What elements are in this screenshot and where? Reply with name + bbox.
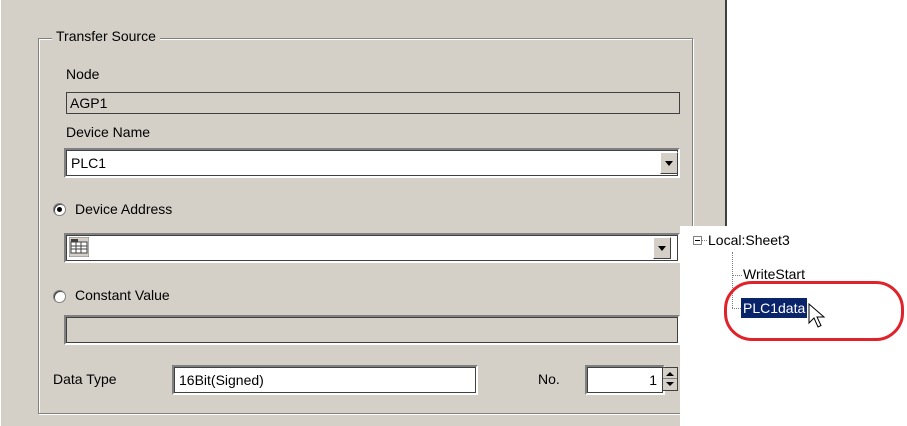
constant-value-label: Constant Value xyxy=(75,287,170,303)
device-name-dropdown-button[interactable] xyxy=(660,152,678,174)
tree-item-writestart[interactable]: WriteStart xyxy=(743,266,805,282)
data-type-value: 16Bit(Signed) xyxy=(179,372,264,388)
device-address-dropdown-button[interactable] xyxy=(653,237,671,259)
collapse-icon[interactable] xyxy=(693,236,702,245)
tree-connector xyxy=(702,240,707,241)
data-type-label: Data Type xyxy=(53,371,117,387)
group-title: Transfer Source xyxy=(52,28,160,44)
node-field: AGP1 xyxy=(66,92,680,114)
device-address-label: Device Address xyxy=(75,201,173,217)
number-label: No. xyxy=(538,371,560,387)
tree-connector xyxy=(732,275,742,276)
tree-root-local-sheet3[interactable]: Local:Sheet3 xyxy=(708,232,790,248)
data-type-field[interactable]: 16Bit(Signed) xyxy=(172,365,478,395)
spin-down-icon xyxy=(666,382,674,386)
number-field[interactable]: 1 xyxy=(585,365,665,395)
chevron-down-icon xyxy=(665,161,673,166)
constant-value-radio[interactable] xyxy=(53,290,66,303)
node-label: Node xyxy=(66,66,100,82)
spin-up-icon xyxy=(666,372,674,376)
chevron-down-icon xyxy=(658,246,666,251)
device-name-value: PLC1 xyxy=(71,155,107,171)
device-name-label: Device Name xyxy=(66,124,151,140)
constant-value-input[interactable] xyxy=(64,315,680,345)
radio-selected-dot xyxy=(57,207,62,212)
device-address-input[interactable] xyxy=(64,233,680,263)
device-name-combo[interactable]: PLC1 xyxy=(64,148,680,178)
number-spinner[interactable] xyxy=(662,367,678,391)
number-value: 1 xyxy=(649,372,657,388)
device-address-radio[interactable] xyxy=(53,203,66,216)
panel-left-edge xyxy=(0,0,1,426)
device-address-grid-icon[interactable] xyxy=(69,237,89,257)
spin-divider xyxy=(663,378,677,379)
mouse-pointer-icon xyxy=(808,303,826,328)
